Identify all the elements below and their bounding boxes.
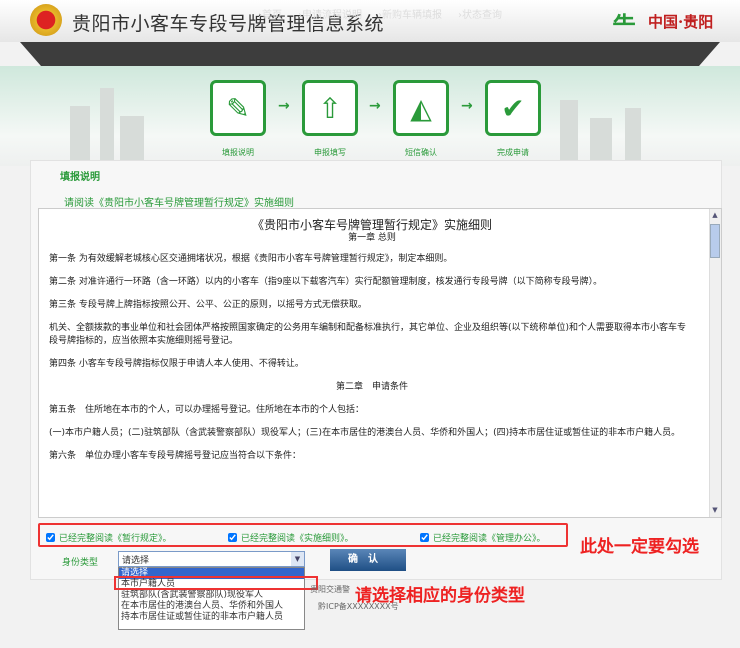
checkbox[interactable] [228,533,237,542]
doc-paragraph: 机关、全额拨款的事业单位和社会团体严格按照国家确定的公务用车编制和配备标准执行，… [49,323,687,346]
scroll-down-icon[interactable]: ▼ [710,506,720,514]
rules-document[interactable]: 《贵阳市小客车号牌管理暂行规定》实施细则 第一章 总则 第一条 为有效缓解老城核… [38,208,722,518]
step-label: 填报说明 [222,148,254,157]
doc-chapter: 第一章 总则 [348,233,396,243]
dropdown-option[interactable]: 在本市居住的港澳台人员、华侨和外国人 [119,601,304,612]
nav-home[interactable]: ›首页 [258,6,282,21]
dropdown-option[interactable]: 持本市居住证或暂住证的非本市户籍人员 [119,612,304,623]
step-sms-confirm-icon: ◭ [393,80,449,136]
doc-paragraph: 第三条 专段号牌上牌指标按照公开、公平、公正的原则，以摇号方式无偿获取。 [49,300,367,310]
checkbox[interactable] [46,533,55,542]
checkbox-regulations[interactable]: 已经完整阅读《暂行规定》。 [46,531,172,544]
doc-chapter: 第二章 申请条件 [335,382,408,392]
checkbox-label: 已经完整阅读《实施细则》。 [241,534,354,544]
doc-title: 《贵阳市小客车号牌管理暂行规定》实施细则 [251,218,492,232]
dropdown-option[interactable]: 驻筑部队(含武装警察部队)现役军人 [119,590,304,601]
doc-paragraph: 第二条 对准许通行一环路（含一环路）以内的小客车（指9座以下载客汽车）实行配额管… [49,277,603,287]
arrow-right-icon: → [369,98,381,114]
step-complete-icon: ✔ [485,80,541,136]
checkbox[interactable] [420,533,429,542]
identity-type-label: 身份类型 [62,558,99,568]
arrow-right-icon: → [278,98,290,114]
annotation-select-note: 请选择相应的身份类型 [355,586,525,606]
guiyang-logo-icon: ⺧ [612,12,636,40]
banner [0,66,740,166]
step-label: 申报填写 [314,148,346,157]
step-fill-instructions-icon: ✎ [210,80,266,136]
doc-paragraph: (一)本市户籍人员；(二)驻筑部队（含武装警察部队）现役军人；(三)在本市居住的… [49,428,681,438]
chevron-down-icon[interactable]: ▼ [291,552,304,566]
guiyang-logo-text: 中国·贵阳 [648,13,714,31]
step-label: 完成申请 [497,148,529,157]
nav-process[interactable]: ›申请流程说明 [298,6,362,21]
step-label: 短信确认 [405,148,437,157]
police-emblem-logo [30,4,62,36]
checkbox-management[interactable]: 已经完整阅读《管理办公》。 [420,531,546,544]
nav-bar [20,42,720,66]
checkbox-label: 已经完整阅读《管理办公》。 [433,534,546,544]
scroll-up-icon[interactable]: ▲ [710,211,720,219]
identity-type-select[interactable]: 请选择 [118,551,305,567]
doc-paragraph: 第六条 单位办理小客车专段号牌摇号登记应当符合以下条件： [49,451,302,461]
doc-paragraph: 第四条 小客车专段号牌指标仅限于申请人本人使用、不得转让。 [49,359,304,369]
option-highlight-box [114,576,318,590]
doc-paragraph: 第五条 住所地在本市的个人，可以办理摇号登记。住所地在本市的个人包括： [49,405,365,415]
section-title: 填报说明 [60,172,100,183]
step-apply-icon: ⇧ [302,80,358,136]
confirm-button[interactable]: 确认 [330,549,406,571]
annotation-check-note: 此处一定要勾选 [580,537,699,557]
checkbox-rules[interactable]: 已经完整阅读《实施细则》。 [228,531,354,544]
nav-new-vehicle[interactable]: ›新购车辆填报 [378,6,442,21]
arrow-right-icon: → [461,98,473,114]
read-rules-link[interactable]: 请阅读《贵阳市小客车号牌管理暂行规定》实施细则 [64,194,294,209]
doc-paragraph: 第一条 为有效缓解老城核心区交通拥堵状况，根据《贵阳市小客车号牌管理暂行规定》，… [49,254,453,264]
scrollbar-thumb[interactable] [710,224,720,258]
nav-status[interactable]: ›状态查询 [458,6,502,21]
checkbox-label: 已经完整阅读《暂行规定》。 [59,534,172,544]
footer-line: 贵阳交通警 [310,585,350,594]
